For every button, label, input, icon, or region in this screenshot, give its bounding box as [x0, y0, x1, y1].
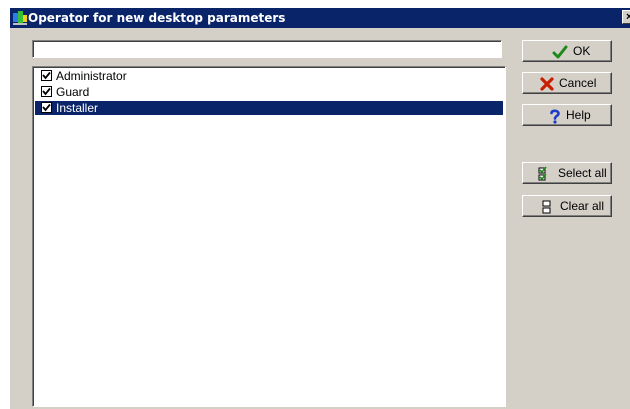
app-icon — [13, 11, 27, 25]
list-item[interactable]: Installer — [35, 101, 503, 115]
operator-list[interactable]: Administrator Guard Installer — [32, 66, 506, 407]
ok-button[interactable]: OK — [522, 40, 612, 62]
title-bar[interactable]: Operator for new desktop parameters × — [10, 8, 630, 28]
list-item-label: Guard — [56, 85, 90, 99]
question-icon — [550, 109, 560, 124]
cancel-button[interactable]: Cancel — [522, 72, 612, 94]
list-item[interactable]: Guard — [35, 85, 503, 99]
list-item-label: Administrator — [56, 69, 127, 83]
clear-all-label: Clear all — [560, 199, 605, 213]
filter-input[interactable] — [32, 40, 502, 58]
help-button[interactable]: Help — [522, 104, 612, 126]
dialog-window: Operator for new desktop parameters × Ad… — [8, 6, 630, 409]
close-button[interactable]: × — [622, 10, 630, 24]
select-all-icon — [538, 166, 547, 181]
list-item[interactable]: Administrator — [35, 69, 503, 83]
checkbox[interactable] — [41, 102, 52, 113]
help-label: Help — [566, 108, 591, 122]
list-item-label: Installer — [56, 101, 99, 115]
checkmark-icon — [552, 45, 568, 59]
clear-all-icon — [542, 200, 551, 214]
clear-all-button[interactable]: Clear all — [522, 195, 612, 217]
select-all-button[interactable]: Select all — [522, 162, 612, 184]
ok-label: OK — [573, 44, 591, 58]
select-all-label: Select all — [558, 166, 607, 180]
cancel-label: Cancel — [559, 76, 597, 90]
checkbox[interactable] — [41, 86, 52, 97]
x-icon — [540, 77, 554, 91]
checkbox[interactable] — [41, 70, 52, 81]
window-title: Operator for new desktop parameters — [28, 11, 286, 25]
checkmark-icon — [42, 71, 51, 80]
checkmark-icon — [42, 87, 51, 96]
checkmark-icon — [42, 103, 51, 112]
